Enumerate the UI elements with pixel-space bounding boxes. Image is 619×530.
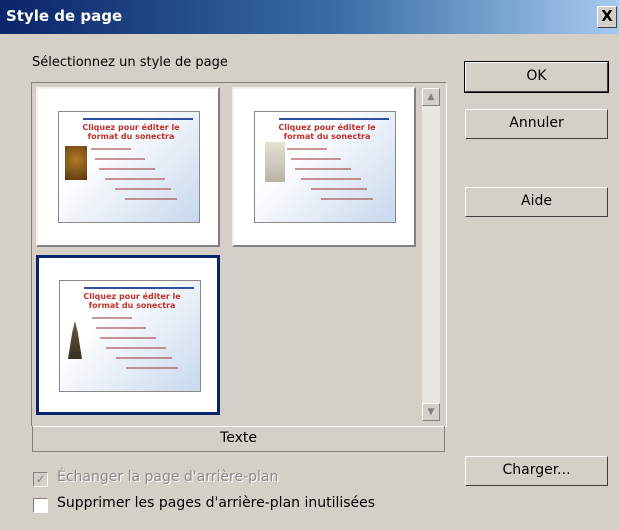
scroll-up-icon[interactable]: ▲	[422, 88, 440, 106]
window-title: Style de page	[6, 7, 123, 25]
picture-icon	[265, 142, 285, 182]
exchange-background-label: Échanger la page d'arrière-plan	[57, 469, 279, 485]
select-style-label: Sélectionnez un style de page	[32, 55, 228, 70]
page-style-gallery[interactable]: Cliquez pour éditer le format du sonectr…	[31, 82, 447, 427]
picture-icon	[68, 321, 82, 359]
ok-button[interactable]: OK	[464, 61, 609, 93]
exchange-background-checkbox[interactable]: ✓	[33, 472, 48, 487]
selected-style-name: Texte	[32, 426, 445, 452]
cancel-button[interactable]: Annuler	[465, 109, 608, 139]
gallery-scrollbar[interactable]: ▲ ▼	[422, 88, 440, 421]
slide-preview: Cliquez pour éditer le format du sonectr…	[58, 111, 200, 223]
delete-unused-label: Supprimer les pages d'arrière-plan inuti…	[57, 495, 376, 511]
picture-icon	[65, 146, 87, 180]
delete-unused-checkbox[interactable]	[33, 498, 48, 513]
gallery-item-3[interactable]: Cliquez pour éditer le format du sonectr…	[36, 255, 220, 415]
help-button[interactable]: Aide	[465, 187, 608, 217]
load-button[interactable]: Charger...	[465, 456, 608, 486]
slide-heading: Cliquez pour éditer le format du sonectr…	[278, 123, 376, 141]
gallery-item-2[interactable]: Cliquez pour éditer le format du sonectr…	[232, 87, 416, 247]
slide-preview: Cliquez pour éditer le format du sonectr…	[59, 280, 201, 392]
gallery-item-1[interactable]: Cliquez pour éditer le format du sonectr…	[36, 87, 220, 247]
title-bar: Style de page X	[0, 0, 619, 34]
slide-heading: Cliquez pour éditer le format du sonectr…	[83, 292, 181, 310]
slide-preview: Cliquez pour éditer le format du sonectr…	[254, 111, 396, 223]
slide-heading: Cliquez pour éditer le format du sonectr…	[82, 123, 180, 141]
close-button[interactable]: X	[597, 6, 617, 28]
scroll-down-icon[interactable]: ▼	[422, 403, 440, 421]
